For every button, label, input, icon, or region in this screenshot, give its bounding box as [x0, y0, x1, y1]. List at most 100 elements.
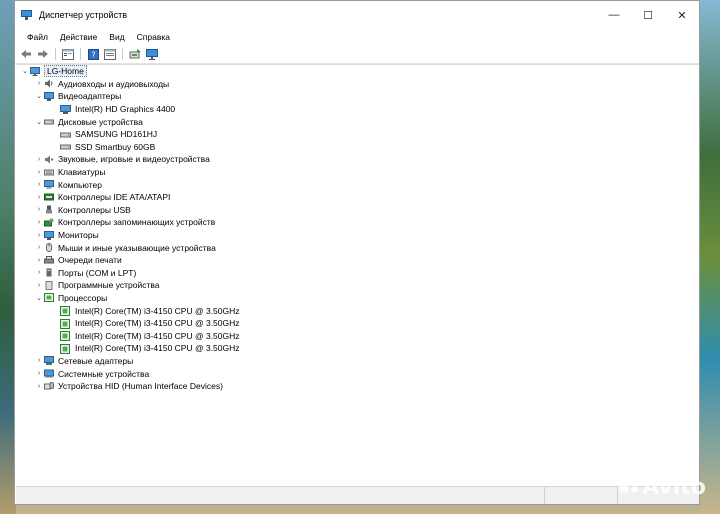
tree-device[interactable]: Intel(R) Core(TM) i3-4150 CPU @ 3.50GHz [16, 329, 699, 342]
tree-device[interactable]: Intel(R) Core(TM) i3-4150 CPU @ 3.50GHz [16, 342, 699, 355]
view-icon[interactable] [103, 47, 117, 61]
collapse-chevron-icon[interactable]: ⌄ [34, 294, 44, 302]
tree-category-label: Процессоры [58, 292, 108, 303]
tree-device-label: Intel(R) Core(TM) i3-4150 CPU @ 3.50GHz [75, 305, 240, 316]
child-processor-icon [59, 343, 71, 354]
collapse-chevron-icon[interactable]: ⌄ [34, 118, 44, 126]
software-device-icon [44, 280, 54, 290]
expand-chevron-icon[interactable]: › [34, 181, 44, 188]
tree-category[interactable]: › Мыши и иные указывающие устройства [16, 241, 699, 254]
child-processor-icon [59, 318, 71, 329]
avito-watermark: Avito [619, 475, 706, 500]
tree-category[interactable]: ⌄ Видеоадаптеры [16, 90, 699, 103]
tree-category[interactable]: › Компьютер [16, 178, 699, 191]
child-disk-icon [60, 130, 71, 139]
menu-action[interactable]: Действие [54, 32, 103, 42]
title-bar[interactable]: Диспетчер устройств — ☐ ✕ [15, 1, 699, 29]
tree-category-label: Порты (COM и LPT) [58, 267, 137, 278]
print-queue-icon [44, 255, 54, 265]
minimize-button[interactable]: — [597, 1, 631, 29]
tree-category[interactable]: › Контроллеры USB [16, 204, 699, 217]
monitor-icon [44, 230, 54, 240]
desktop-background-right [700, 0, 720, 514]
tree-category[interactable]: › Системные устройства [16, 367, 699, 380]
menu-file[interactable]: Файл [21, 32, 54, 42]
tree-device[interactable]: Intel(R) HD Graphics 4400 [16, 103, 699, 116]
tree-root[interactable]: ⌄ LG-Home [16, 65, 699, 78]
collapse-chevron-icon[interactable]: ⌄ [20, 67, 30, 75]
expand-chevron-icon[interactable]: › [34, 357, 44, 364]
tree-category[interactable]: › Программные устройства [16, 279, 699, 292]
child-processor-icon [59, 331, 71, 342]
tree-category-label: Контроллеры USB [58, 204, 131, 215]
computer-icon [30, 66, 40, 76]
forward-icon[interactable] [36, 47, 50, 61]
network-adapter-icon [44, 356, 54, 366]
tree-category[interactable]: › Очереди печати [16, 254, 699, 267]
expand-chevron-icon[interactable]: › [34, 80, 44, 87]
avito-watermark-text: Avito [642, 475, 706, 500]
expand-chevron-icon[interactable]: › [34, 169, 44, 176]
tree-category[interactable]: › Мониторы [16, 229, 699, 242]
port-icon [44, 268, 54, 277]
window-title: Диспетчер устройств [39, 10, 127, 20]
expand-chevron-icon[interactable]: › [34, 219, 44, 226]
tree-category-label: Сетевые адаптеры [58, 355, 134, 366]
device-tree-panel[interactable]: ⌄ LG-Home › Аудиовходы и аудиовыходы ⌄ Виде… [16, 64, 699, 487]
toolbar-separator [55, 48, 56, 60]
expand-chevron-icon[interactable]: › [34, 194, 44, 201]
expand-chevron-icon[interactable]: › [34, 206, 44, 213]
child-disk-icon [60, 142, 71, 151]
maximize-button[interactable]: ☐ [631, 1, 665, 29]
tree-device-label: Intel(R) Core(TM) i3-4150 CPU @ 3.50GHz [75, 318, 240, 329]
tree-category[interactable]: ⌄ Дисковые устройства [16, 115, 699, 128]
tree-category[interactable]: › Порты (COM и LPT) [16, 267, 699, 280]
tree-category[interactable]: › Сетевые адаптеры [16, 355, 699, 368]
expand-chevron-icon[interactable]: › [34, 156, 44, 163]
hid-icon [44, 381, 54, 391]
menu-view[interactable]: Вид [103, 32, 130, 42]
scan-hardware-icon[interactable] [145, 47, 159, 61]
tree-category[interactable]: ⌄ Процессоры [16, 292, 699, 305]
collapse-chevron-icon[interactable]: ⌄ [34, 92, 44, 100]
status-cell-secondary [545, 487, 618, 504]
menu-help[interactable]: Справка [131, 32, 176, 42]
tree-device[interactable]: Intel(R) Core(TM) i3-4150 CPU @ 3.50GHz [16, 304, 699, 317]
expand-chevron-icon[interactable]: › [34, 232, 44, 239]
tree-category[interactable]: › Контроллеры запоминающих устройств [16, 216, 699, 229]
tree-device-label: Intel(R) HD Graphics 4400 [75, 104, 176, 115]
tree-device[interactable]: Intel(R) Core(TM) i3-4150 CPU @ 3.50GHz [16, 317, 699, 330]
update-driver-icon[interactable] [128, 47, 142, 61]
display-adapter-icon [44, 91, 54, 101]
expand-chevron-icon[interactable]: › [34, 257, 44, 264]
toolbar-separator [122, 48, 123, 60]
avito-logo-icon [619, 482, 639, 493]
system-device-icon [44, 369, 54, 378]
expand-chevron-icon[interactable]: › [34, 383, 44, 390]
tree-category[interactable]: › Аудиовходы и аудиовыходы [16, 78, 699, 91]
properties-icon[interactable] [61, 47, 75, 61]
help-icon[interactable]: ? [86, 47, 100, 61]
tree-device-label: SSD Smartbuy 60GB [75, 141, 156, 152]
expand-chevron-icon[interactable]: › [34, 269, 44, 276]
sound-icon [44, 155, 54, 164]
tree-category-label: Звуковые, игровые и видеоустройства [58, 154, 210, 165]
tree-category[interactable]: › Клавиатуры [16, 166, 699, 179]
back-icon[interactable] [19, 47, 33, 61]
tree-device[interactable]: SAMSUNG HD161HJ [16, 128, 699, 141]
tree-category[interactable]: › Контроллеры IDE ATA/ATAPI [16, 191, 699, 204]
disk-drive-icon [44, 117, 54, 126]
tree-device[interactable]: SSD Smartbuy 60GB [16, 141, 699, 154]
tree-category-label: Устройства HID (Human Interface Devices) [58, 381, 223, 392]
close-button[interactable]: ✕ [665, 1, 699, 29]
expand-chevron-icon[interactable]: › [34, 282, 44, 289]
expand-chevron-icon[interactable]: › [34, 370, 44, 377]
keyboard-icon [44, 168, 54, 177]
device-tree: ⌄ LG-Home › Аудиовходы и аудиовыходы ⌄ Виде… [16, 65, 699, 392]
tree-category-label: Мониторы [58, 230, 99, 241]
toolbar: ? [15, 45, 699, 64]
status-cell-main [16, 487, 545, 504]
expand-chevron-icon[interactable]: › [34, 244, 44, 251]
tree-category[interactable]: › Устройства HID (Human Interface Devices… [16, 380, 699, 393]
tree-category[interactable]: › Звуковые, игровые и видеоустройства [16, 153, 699, 166]
